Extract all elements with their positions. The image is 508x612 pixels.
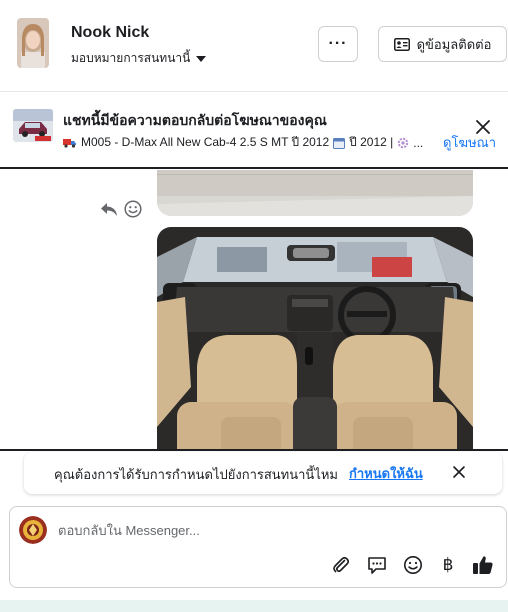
reply-composer: ฿ bbox=[9, 506, 507, 588]
ad-year-text: ปี 2012 | bbox=[349, 135, 394, 149]
gear-icon bbox=[398, 137, 409, 148]
assign-label: มอบหมายการสนทนานี้ bbox=[71, 51, 191, 65]
truck-icon bbox=[63, 139, 76, 148]
message-thread[interactable] bbox=[0, 170, 508, 450]
close-banner-button[interactable] bbox=[474, 118, 492, 136]
view-contact-label: ดูข้อมูลติดต่อ bbox=[416, 36, 492, 52]
conversation-header: Nook Nick มอบหมายการสนทนานี้ ··· ดูข้อมู… bbox=[0, 0, 508, 92]
more-icon: ··· bbox=[328, 35, 348, 52]
baht-icon: ฿ bbox=[442, 555, 454, 574]
assign-to-me-link[interactable]: กำหนดให้ฉัน bbox=[349, 463, 423, 484]
avatar[interactable] bbox=[17, 18, 49, 68]
message-image-car-interior[interactable] bbox=[157, 227, 473, 450]
message-image[interactable] bbox=[157, 170, 473, 216]
assign-prompt-text: คุณต้องการได้รับการกำหนดไปยังการสนทนานี้… bbox=[54, 467, 338, 482]
saved-reply-button[interactable] bbox=[366, 554, 388, 576]
attach-icon bbox=[333, 556, 350, 573]
ad-title-text: M005 - D-Max All New Cab-4 2.5 S MT ปี 2… bbox=[81, 135, 330, 149]
chevron-down-icon bbox=[196, 56, 207, 62]
message-input[interactable] bbox=[58, 516, 478, 544]
contact-name: Nook Nick bbox=[71, 24, 150, 41]
messenger-conversation: Nook Nick มอบหมายการสนทนานี้ ··· ดูข้อมู… bbox=[0, 0, 508, 612]
ad-ellipsis: ... bbox=[413, 135, 424, 150]
close-icon bbox=[476, 120, 490, 134]
close-prompt-button[interactable] bbox=[451, 464, 467, 480]
emoji-icon bbox=[404, 556, 422, 574]
like-icon bbox=[473, 556, 493, 574]
ad-reply-title: แชทนี้มีข้อความตอบกลับต่อโฆษณาของคุณ bbox=[63, 112, 327, 128]
divider bbox=[0, 449, 508, 451]
ad-reply-banner: แชทนี้มีข้อความตอบกลับต่อโฆษณาของคุณ M00… bbox=[0, 93, 508, 169]
like-button[interactable] bbox=[472, 554, 494, 576]
footer-strip bbox=[0, 600, 508, 612]
assign-dropdown[interactable]: มอบหมายการสนทนานี้ bbox=[71, 49, 207, 68]
contact-card-icon bbox=[393, 37, 410, 51]
emoji-button[interactable] bbox=[402, 554, 424, 576]
page-avatar bbox=[19, 516, 47, 544]
smiley-icon[interactable] bbox=[124, 200, 142, 218]
view-contact-button[interactable]: ดูข้อมูลติดต่อ bbox=[378, 26, 507, 62]
more-options-button[interactable]: ··· bbox=[318, 26, 358, 62]
assign-prompt: คุณต้องการได้รับการกำหนดไปยังการสนทนานี้… bbox=[24, 452, 502, 494]
calendar-icon bbox=[333, 137, 346, 149]
close-icon bbox=[453, 466, 465, 478]
saved-reply-icon bbox=[368, 557, 386, 574]
attach-button[interactable] bbox=[330, 554, 352, 576]
reply-icon[interactable] bbox=[100, 200, 118, 218]
ad-reply-subtitle: M005 - D-Max All New Cab-4 2.5 S MT ปี 2… bbox=[63, 133, 438, 152]
ad-thumbnail[interactable] bbox=[13, 109, 53, 142]
payment-button[interactable]: ฿ bbox=[437, 554, 459, 576]
